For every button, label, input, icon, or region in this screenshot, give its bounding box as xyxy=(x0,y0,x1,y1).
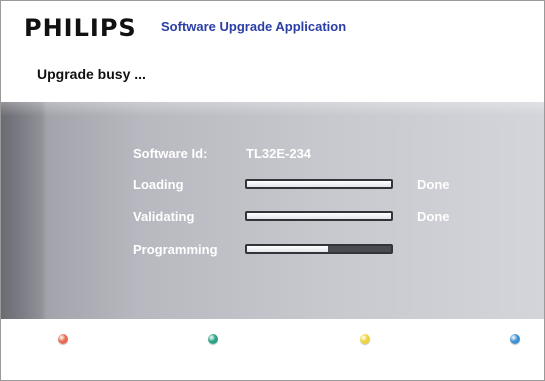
green-key-icon[interactable] xyxy=(208,334,218,344)
validating-progress-fill xyxy=(247,213,391,219)
loading-progress-bar xyxy=(245,179,393,189)
programming-label: Programming xyxy=(133,242,218,257)
programming-progress-fill xyxy=(247,246,328,252)
software-id-value: TL32E-234 xyxy=(246,146,312,161)
red-key-icon[interactable] xyxy=(58,334,68,344)
blue-key-icon[interactable] xyxy=(510,334,520,344)
philips-logo: PHILIPS xyxy=(24,14,137,42)
validating-status: Done xyxy=(417,209,450,224)
validating-progress-bar xyxy=(245,211,393,221)
programming-progress-bar xyxy=(245,244,393,254)
loading-progress-fill xyxy=(247,181,391,187)
upgrade-progress-panel: Software Id: TL32E-234 Loading Done Vali… xyxy=(1,102,544,319)
loading-status: Done xyxy=(417,177,450,192)
upgrade-status-text: Upgrade busy ... xyxy=(37,66,146,82)
upgrade-screen: PHILIPS Software Upgrade Application Upg… xyxy=(0,0,545,381)
software-id-label: Software Id: xyxy=(133,146,208,161)
yellow-key-icon[interactable] xyxy=(360,334,370,344)
app-title: Software Upgrade Application xyxy=(161,19,347,34)
loading-label: Loading xyxy=(133,177,184,192)
validating-label: Validating xyxy=(133,209,195,224)
